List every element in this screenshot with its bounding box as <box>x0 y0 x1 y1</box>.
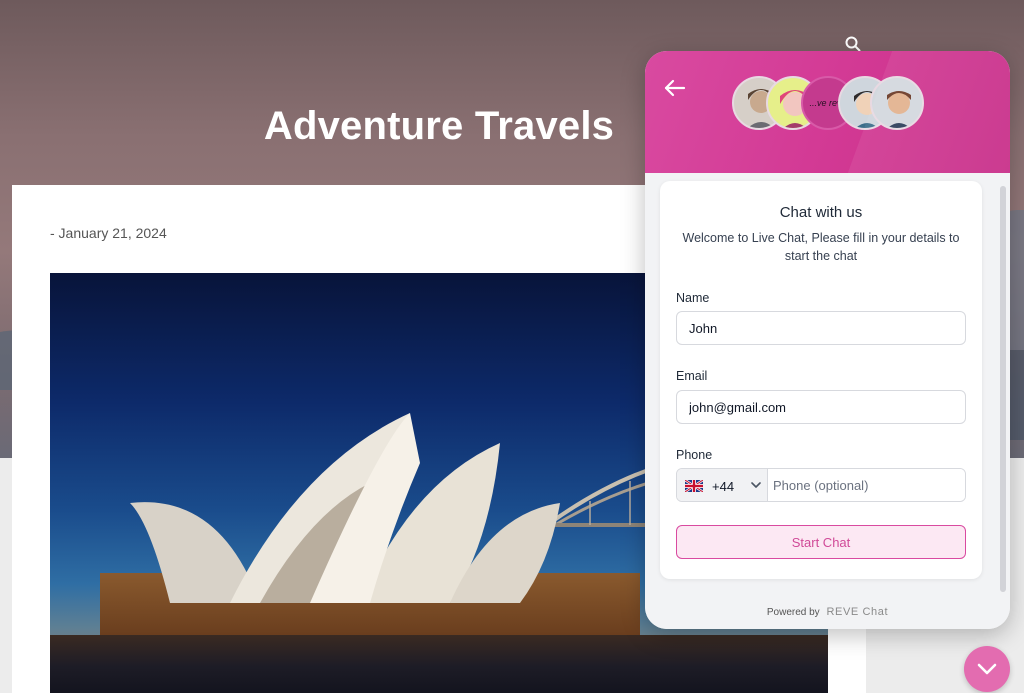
form-title: Chat with us <box>779 204 863 221</box>
powered-by-footer: Powered by REVE Chat <box>645 606 1010 618</box>
powered-by-text: Powered by <box>766 607 820 618</box>
live-chat-widget: ...ve reve Chat with us Welcome to Live … <box>645 51 1010 629</box>
post-date: - January 21, 2024 <box>50 225 167 241</box>
phone-field-group: +44 <box>676 468 966 502</box>
opera-house-sails <box>130 413 560 603</box>
back-arrow-icon[interactable] <box>663 78 687 98</box>
brand-name[interactable]: REVE Chat <box>826 606 888 618</box>
chat-body: Chat with us Welcome to Live Chat, Pleas… <box>645 173 1010 629</box>
search-icon[interactable] <box>845 36 861 52</box>
phone-field[interactable] <box>769 469 965 501</box>
phone-label: Phone <box>676 448 713 462</box>
chat-scrollbar[interactable] <box>1000 186 1006 592</box>
name-field[interactable] <box>676 311 966 345</box>
form-subtitle: Welcome to Live Chat, Please fill in you… <box>682 231 960 263</box>
agent-avatar <box>838 76 892 130</box>
harbour-water <box>50 635 828 693</box>
country-code-select[interactable]: +44 <box>677 469 768 501</box>
email-field[interactable] <box>676 390 966 424</box>
email-label: Email <box>676 369 708 383</box>
start-chat-button[interactable]: Start Chat <box>676 525 966 559</box>
prechat-form: Chat with us Welcome to Live Chat, Pleas… <box>660 181 982 579</box>
agent-avatar <box>870 76 924 130</box>
dial-code: +44 <box>712 478 735 494</box>
scroll-down-button[interactable] <box>964 646 1010 692</box>
chevron-down-icon <box>751 482 761 488</box>
chat-scrollbar-thumb[interactable] <box>1000 186 1006 592</box>
scroll-down-icon <box>977 663 997 675</box>
agent-avatars: ...ve reve <box>732 76 932 130</box>
name-label: Name <box>676 291 710 305</box>
uk-flag-icon <box>685 480 703 492</box>
chat-header: ...ve reve <box>645 51 1010 173</box>
